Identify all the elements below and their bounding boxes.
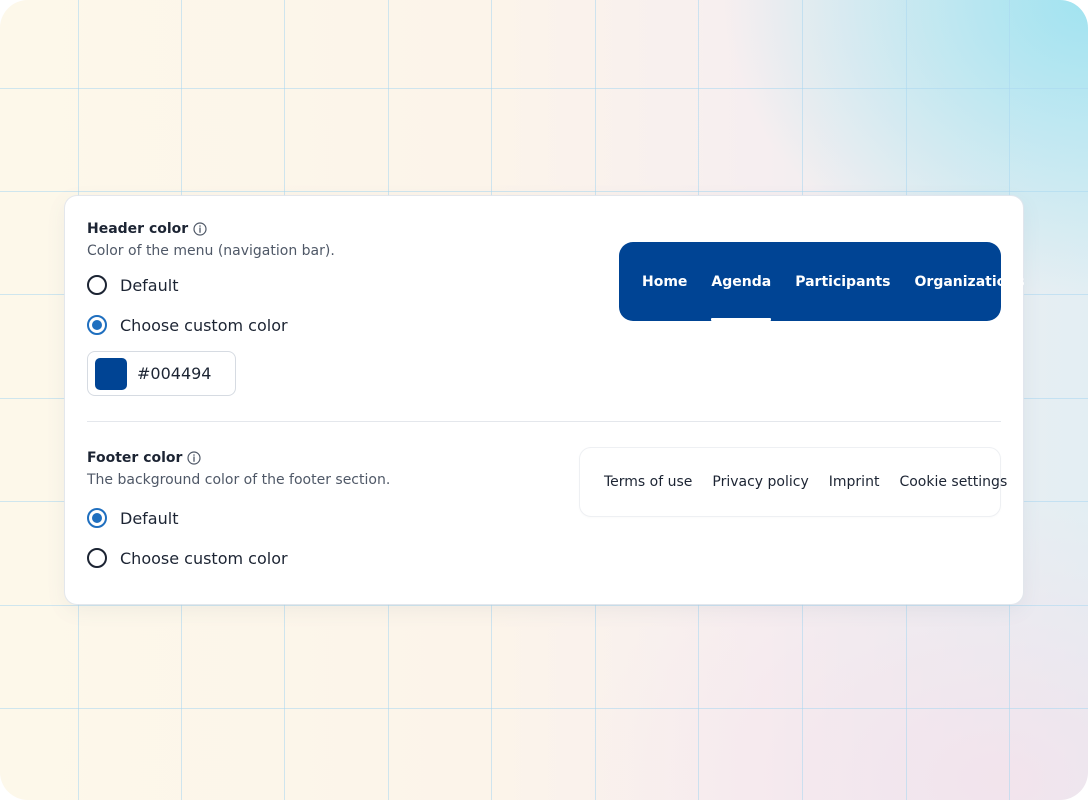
radio-label: Choose custom color [120,548,288,568]
info-icon[interactable] [187,451,202,465]
radio-label: Default [120,275,179,295]
radio-button[interactable] [87,315,107,335]
footer-option-default[interactable]: Default [87,508,178,528]
header-option-custom[interactable]: Choose custom color [87,315,288,335]
header-color-title: Header color [87,221,207,237]
header-nav-preview: Home Agenda Participants Organizations [619,242,1025,321]
footer-color-title-text: Footer color [87,450,183,466]
section-divider [87,421,1001,422]
nav-item-participants[interactable]: Participants [783,242,902,321]
footer-link-cookie-settings[interactable]: Cookie settings [889,474,1017,490]
footer-option-custom[interactable]: Choose custom color [87,548,288,568]
radio-label: Choose custom color [120,315,288,335]
footer-link-terms[interactable]: Terms of use [594,474,702,490]
header-color-description: Color of the menu (navigation bar). [87,243,335,259]
footer-link-privacy[interactable]: Privacy policy [702,474,818,490]
nav-item-home[interactable]: Home [630,242,699,321]
footer-color-title: Footer color [87,450,202,466]
footer-link-imprint[interactable]: Imprint [819,474,890,490]
info-icon[interactable] [193,222,207,236]
footer-links-preview: Terms of use Privacy policy Imprint Cook… [579,447,1007,517]
radio-button[interactable] [87,508,107,528]
header-option-default[interactable]: Default [87,275,178,295]
nav-item-agenda[interactable]: Agenda [699,242,783,321]
color-swatch[interactable] [95,357,127,390]
background-stage: Header color Color of the menu (navigati… [0,0,1088,800]
footer-color-description: The background color of the footer secti… [87,472,391,488]
color-hex-value[interactable]: #004494 [137,364,211,383]
settings-card: Header color Color of the menu (navigati… [65,196,1025,604]
radio-button[interactable] [87,275,107,295]
radio-label: Default [120,508,179,528]
header-color-title-text: Header color [87,221,189,237]
radio-button[interactable] [87,548,107,568]
header-color-picker-field[interactable]: #004494 [87,351,236,396]
nav-item-organizations[interactable]: Organizations [903,242,1037,321]
